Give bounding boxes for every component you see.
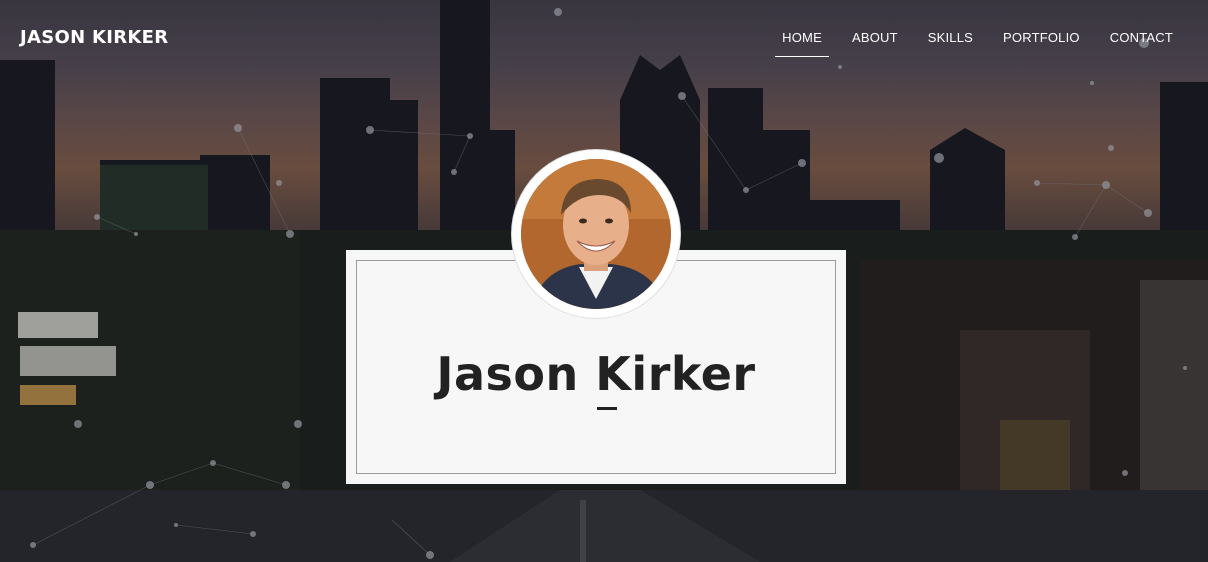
- nav-item-skills[interactable]: SKILLS: [921, 30, 980, 49]
- name-underline-divider: [597, 407, 617, 410]
- hero-name: Jason Kirker: [436, 347, 756, 401]
- nav-item-home[interactable]: HOME: [775, 30, 829, 57]
- avatar: [521, 159, 671, 309]
- nav-menu: HOME ABOUT SKILLS PORTFOLIO CONTACT: [759, 30, 1180, 57]
- brand-logo-text[interactable]: JASON KIRKER: [20, 27, 168, 48]
- nav-item-contact[interactable]: CONTACT: [1103, 30, 1180, 49]
- top-navbar: JASON KIRKER HOME ABOUT SKILLS PORTFOLIO…: [0, 0, 1208, 78]
- nav-item-portfolio[interactable]: PORTFOLIO: [996, 30, 1087, 49]
- profile-photo-icon: [521, 159, 671, 309]
- avatar-frame: [512, 150, 680, 318]
- nav-item-about[interactable]: ABOUT: [845, 30, 905, 49]
